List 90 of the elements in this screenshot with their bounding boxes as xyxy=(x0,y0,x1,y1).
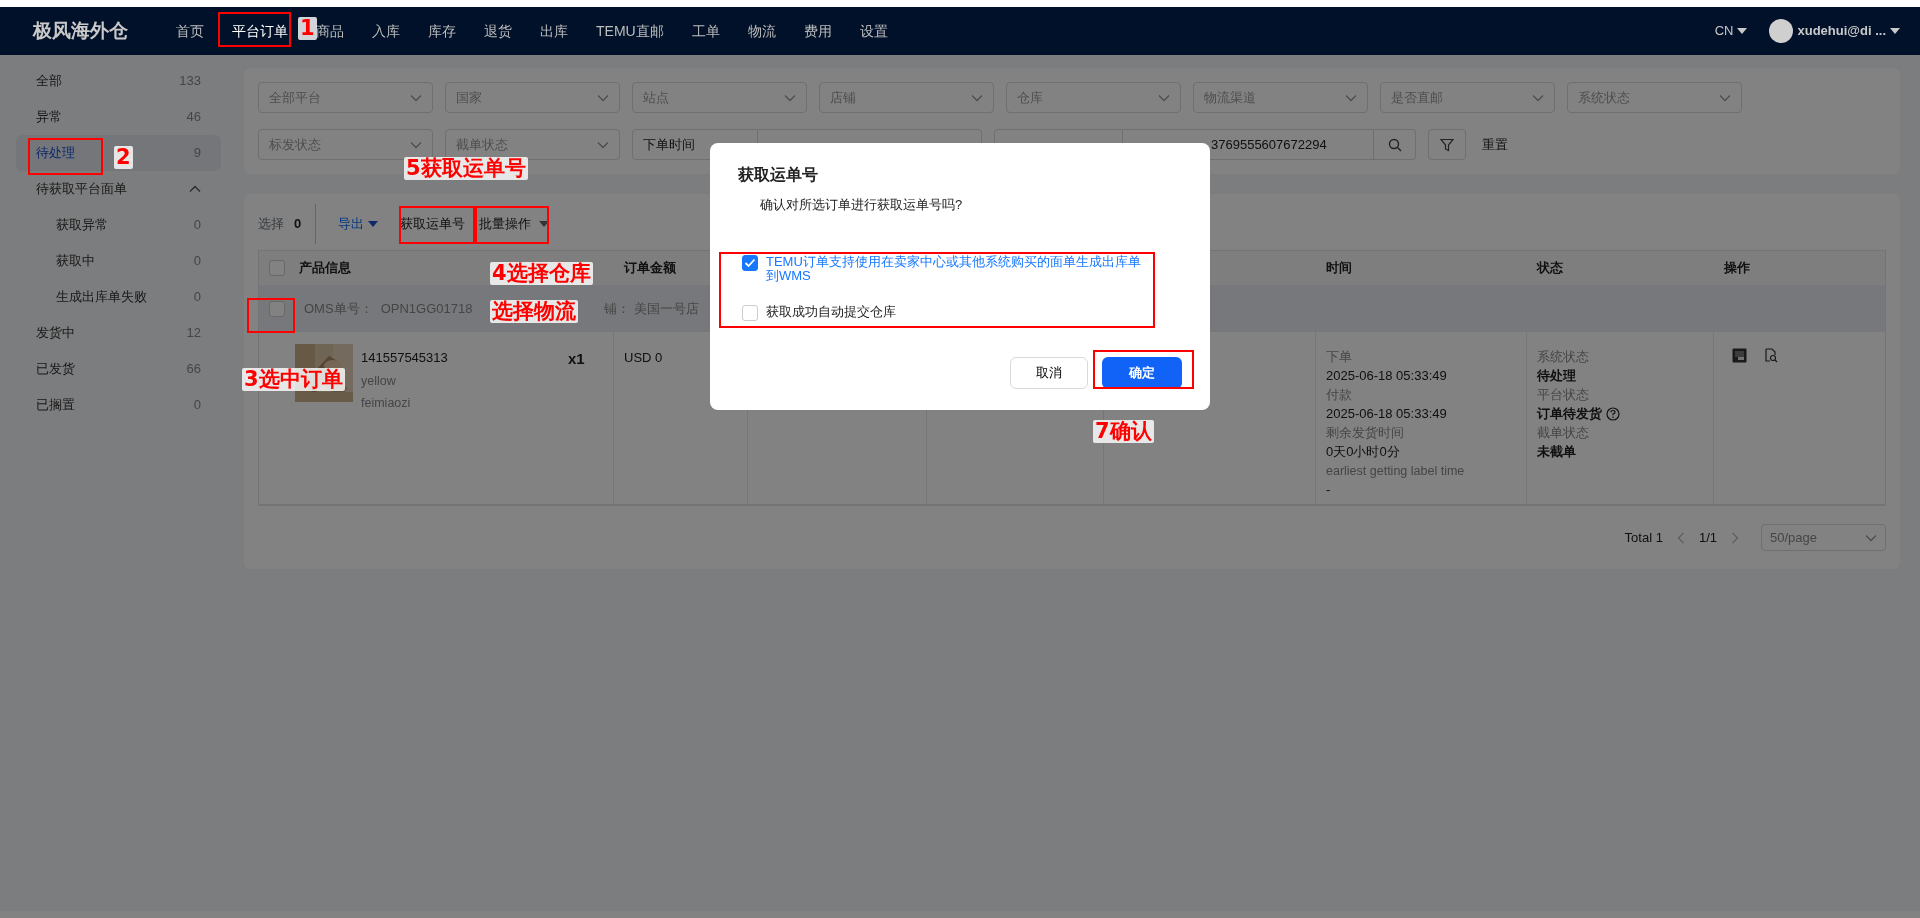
time-label: earliest getting label time xyxy=(1326,463,1466,480)
annotation-label: 4选择仓库 xyxy=(490,262,593,285)
status-value: 订单待发货 xyxy=(1537,405,1602,423)
column-header: 产品信息 xyxy=(299,259,351,278)
annotation-label: 1 xyxy=(298,17,317,40)
annotation-box xyxy=(247,298,295,333)
chevron-down-icon xyxy=(1532,93,1544,102)
time-value: 2025-06-18 05:33:49 xyxy=(1326,367,1448,385)
caret-down-icon xyxy=(539,221,550,227)
nav-item[interactable]: 库存 xyxy=(428,20,456,42)
nav-item[interactable]: 入库 xyxy=(372,20,400,42)
search-icon xyxy=(1387,137,1402,152)
page-size-select[interactable]: 50/page xyxy=(1761,524,1886,551)
search-button[interactable] xyxy=(1374,129,1416,160)
chevron-down-icon xyxy=(410,140,422,149)
chevron-down-icon xyxy=(410,93,422,102)
checkbox[interactable] xyxy=(742,254,758,271)
chevron-down-icon xyxy=(1719,93,1731,102)
checkbox[interactable] xyxy=(269,300,285,317)
sidebar-item[interactable]: 已发货 66 xyxy=(16,351,221,387)
chevron-down-icon xyxy=(1865,533,1877,542)
quantity: x1 xyxy=(568,349,585,369)
order-amount: USD 0 xyxy=(624,349,664,367)
time-label: 剩余发货时间 xyxy=(1326,425,1405,442)
product-name: feimiaozi xyxy=(361,395,412,412)
status-value: 待处理 xyxy=(1537,367,1576,385)
language-selector[interactable]: CN xyxy=(1714,21,1748,41)
reset-link[interactable]: 重置 xyxy=(1482,134,1508,155)
dialog-message: 确认对所选订单进行获取运单号吗? xyxy=(759,196,964,214)
annotation-label: 5获取运单号 xyxy=(404,157,528,180)
annotation-label: 2 xyxy=(114,146,133,169)
time-value: 0天0小时0分 xyxy=(1326,443,1401,461)
selected-label: 选择 xyxy=(258,215,284,234)
annotation-label: 3选中订单 xyxy=(242,368,345,391)
nav-item[interactable]: 工单 xyxy=(691,20,720,42)
nav-item[interactable]: TEMU直邮 xyxy=(596,20,664,42)
caret-down-icon xyxy=(1737,28,1748,34)
chevron-down-icon xyxy=(597,140,609,149)
image-document-icon[interactable] xyxy=(1732,348,1747,363)
chevron-down-icon xyxy=(1158,93,1170,102)
filter-icon xyxy=(1440,137,1454,152)
document-search-icon[interactable] xyxy=(1763,348,1778,363)
checkbox[interactable] xyxy=(742,304,758,321)
product-sku: 141557545313 xyxy=(361,349,449,367)
column-header: 状态 xyxy=(1537,259,1563,278)
time-value: 2025-06-18 05:33:49 xyxy=(1326,405,1448,423)
status-label: 系统状态 xyxy=(1537,349,1590,366)
nav-item[interactable]: 费用 xyxy=(803,20,832,42)
status-label: 平台状态 xyxy=(1537,387,1590,404)
nav-item[interactable]: 物流 xyxy=(747,20,776,42)
user-menu[interactable]: xudehui@di ... xyxy=(1797,21,1886,41)
avatar-icon xyxy=(1769,19,1794,43)
annotation-label: 选择物流 xyxy=(490,300,578,323)
time-label: 下单 xyxy=(1326,349,1353,366)
column-header: 订单金额 xyxy=(624,259,676,278)
chevron-down-icon xyxy=(1345,93,1357,102)
selected-count: 0 xyxy=(294,215,302,234)
chevron-down-icon xyxy=(597,93,609,102)
sidebar-item[interactable]: 全部 133 xyxy=(16,63,221,99)
column-header: 时间 xyxy=(1326,259,1352,278)
annotation-label: 7确认 xyxy=(1093,420,1154,443)
chevron-down-icon xyxy=(971,93,983,102)
option-label[interactable]: 获取成功自动提交仓库 xyxy=(766,304,1150,319)
nav-item[interactable]: 设置 xyxy=(859,20,888,42)
nav-item[interactable]: 首页 xyxy=(176,20,204,42)
batch-actions-dropdown[interactable]: 批量操作 xyxy=(479,214,550,234)
confirm-button[interactable]: 确定 xyxy=(1102,356,1182,389)
caret-down-icon xyxy=(368,221,379,227)
status-value: 未截单 xyxy=(1537,443,1576,461)
sidebar-item[interactable]: 异常 46 xyxy=(16,99,221,135)
filter-button[interactable] xyxy=(1428,129,1466,160)
nav-item[interactable]: 退货 xyxy=(484,20,512,42)
column-header: 操作 xyxy=(1724,259,1750,278)
total-count: Total 1 xyxy=(1624,528,1663,547)
product-variant: yellow xyxy=(361,373,397,390)
caret-down-icon xyxy=(1890,28,1900,34)
nav-item[interactable]: 出库 xyxy=(540,20,568,42)
get-waybill-button[interactable]: 获取运单号 xyxy=(400,214,466,234)
nav-item[interactable]: 平台订单 xyxy=(232,20,288,42)
sidebar-item[interactable]: 待获取平台面单 xyxy=(16,171,221,207)
sidebar-item[interactable]: 发货中 12 xyxy=(16,315,221,351)
checkbox[interactable] xyxy=(269,260,285,276)
dialog-title: 获取运单号 xyxy=(738,165,819,185)
time-value: - xyxy=(1326,481,1332,499)
logo-text: 极风海外仓 xyxy=(33,18,128,43)
cancel-button[interactable]: 取消 xyxy=(1010,356,1088,389)
status-label: 截单状态 xyxy=(1537,425,1590,442)
chevron-down-icon xyxy=(784,93,796,102)
page-indicator: 1/1 xyxy=(1698,528,1717,547)
export-dropdown[interactable]: 导出 xyxy=(338,214,379,234)
